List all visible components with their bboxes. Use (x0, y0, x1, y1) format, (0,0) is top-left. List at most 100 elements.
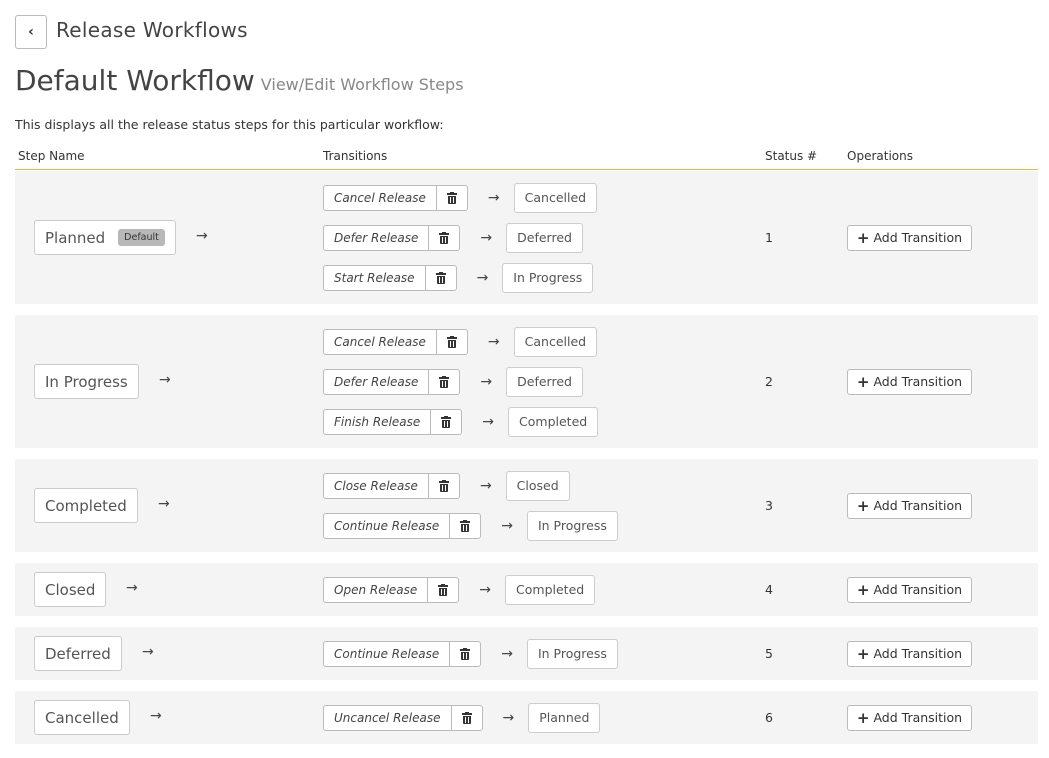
trash-icon (439, 231, 450, 244)
delete-transition-button[interactable] (437, 330, 467, 354)
step-name-button[interactable]: In Progress (34, 364, 139, 399)
delete-transition-button[interactable] (437, 186, 467, 210)
arrow-right-icon: → (142, 643, 154, 660)
delete-transition-button[interactable] (429, 370, 459, 394)
transition-item: Uncancel Release → Planned (323, 702, 601, 733)
add-transition-button[interactable]: + Add Transition (847, 640, 972, 667)
transition-button: Open Release (323, 576, 460, 603)
transition-button: Cancel Release (323, 328, 468, 355)
delete-transition-button[interactable] (429, 226, 459, 250)
back-button[interactable]: ‹ (15, 15, 47, 49)
transition-name[interactable]: Continue Release (324, 641, 451, 666)
transition-item: Cancel Release → Cancelled (323, 326, 598, 357)
transition-target-status: Deferred (506, 222, 583, 253)
step-name-button[interactable]: Completed (34, 488, 138, 523)
arrow-right-icon: → (126, 579, 138, 596)
arrow-right-icon: → (502, 709, 515, 726)
delete-transition-button[interactable] (450, 514, 480, 538)
add-transition-button[interactable]: + Add Transition (847, 224, 972, 251)
status-number: 1 (765, 229, 773, 245)
plus-icon: + (856, 644, 870, 663)
back-link-label[interactable]: Release Workflows (56, 18, 248, 42)
delete-transition-button[interactable] (431, 410, 461, 434)
step-name-label: Deferred (45, 644, 111, 663)
add-transition-label: Add Transition (873, 646, 963, 661)
transition-target-status: Closed (505, 470, 570, 501)
workflow-step-row: Cancelled Uncancel Release → Planned 6 + Add T… (15, 691, 1038, 744)
arrow-right-icon: → (501, 645, 513, 662)
trash-icon (435, 271, 446, 284)
plus-icon: + (856, 496, 870, 515)
page-title: Default Workflow View/Edit Workflow Steps (15, 64, 464, 97)
transition-button: Continue Release (323, 640, 482, 667)
trash-icon (439, 375, 450, 388)
plus-icon: + (856, 228, 870, 247)
transition-name[interactable]: Defer Release (324, 369, 430, 394)
transition-name[interactable]: Continue Release (324, 513, 451, 538)
step-name-button[interactable]: Closed (34, 572, 107, 607)
transition-name[interactable]: Finish Release (324, 409, 432, 434)
add-transition-button[interactable]: + Add Transition (847, 704, 972, 731)
add-transition-button[interactable]: + Add Transition (847, 368, 972, 395)
default-badge: Default (118, 229, 165, 246)
arrow-right-icon: → (479, 477, 492, 494)
step-name-button[interactable]: Planned Default (34, 220, 176, 255)
transition-name[interactable]: Close Release (324, 473, 429, 498)
transition-item: Open Release → Completed (323, 574, 596, 605)
page-description: This displays all the release status ste… (15, 117, 444, 132)
arrow-right-icon: → (487, 333, 500, 350)
status-number: 3 (765, 497, 773, 513)
status-number: 6 (765, 709, 773, 725)
transition-target-status: Planned (528, 702, 601, 733)
transition-name[interactable]: Cancel Release (324, 185, 437, 210)
add-transition-label: Add Transition (873, 582, 963, 597)
transition-item: Continue Release → In Progress (323, 638, 618, 669)
transition-name[interactable]: Uncancel Release (324, 705, 452, 730)
page-subtitle: View/Edit Workflow Steps (260, 75, 464, 94)
transition-button: Uncancel Release (323, 704, 483, 731)
arrow-right-icon: → (501, 517, 513, 534)
transition-name[interactable]: Defer Release (324, 225, 430, 250)
transition-name[interactable]: Open Release (324, 577, 429, 602)
transition-target-status: In Progress (526, 510, 618, 541)
step-name-button[interactable]: Cancelled (34, 700, 130, 735)
trash-icon (460, 519, 471, 532)
step-name-button[interactable]: Deferred (34, 636, 122, 671)
column-header-transitions: Transitions (323, 149, 388, 163)
arrow-right-icon: → (479, 581, 492, 598)
add-transition-button[interactable]: + Add Transition (847, 492, 972, 519)
step-name-label: Planned (45, 228, 106, 247)
step-name-label: In Progress (45, 372, 128, 391)
status-number: 2 (765, 373, 773, 389)
transition-target-status: Completed (505, 574, 596, 605)
transition-name[interactable]: Cancel Release (324, 329, 437, 354)
trash-icon (446, 335, 457, 348)
delete-transition-button[interactable] (428, 578, 458, 602)
delete-transition-button[interactable] (429, 474, 459, 498)
status-number: 5 (765, 645, 773, 661)
status-number: 4 (765, 581, 773, 597)
step-name-label: Cancelled (45, 708, 119, 727)
delete-transition-button[interactable] (452, 706, 482, 730)
plus-icon: + (856, 580, 870, 599)
delete-transition-button[interactable] (426, 266, 456, 290)
workflow-step-row: Planned Default Cancel Release → Cancelled De… (15, 171, 1038, 304)
plus-icon: + (856, 372, 870, 391)
transition-button: Finish Release (323, 408, 463, 435)
transition-button: Defer Release (323, 224, 461, 251)
transition-item: Continue Release → In Progress (323, 510, 618, 541)
transition-item: Close Release → Closed (323, 470, 570, 501)
arrow-right-icon: → (196, 227, 208, 244)
add-transition-label: Add Transition (873, 374, 963, 389)
column-header-operations: Operations (847, 149, 913, 163)
arrow-right-icon: → (480, 229, 493, 246)
transition-button: Continue Release (323, 512, 482, 539)
arrow-right-icon: → (487, 189, 500, 206)
column-header-step-name: Step Name (18, 149, 85, 163)
transition-name[interactable]: Start Release (324, 265, 426, 290)
column-header-status: Status # (765, 149, 818, 163)
delete-transition-button[interactable] (450, 642, 480, 666)
header-divider (15, 169, 1038, 170)
add-transition-label: Add Transition (873, 710, 963, 725)
add-transition-button[interactable]: + Add Transition (847, 576, 972, 603)
